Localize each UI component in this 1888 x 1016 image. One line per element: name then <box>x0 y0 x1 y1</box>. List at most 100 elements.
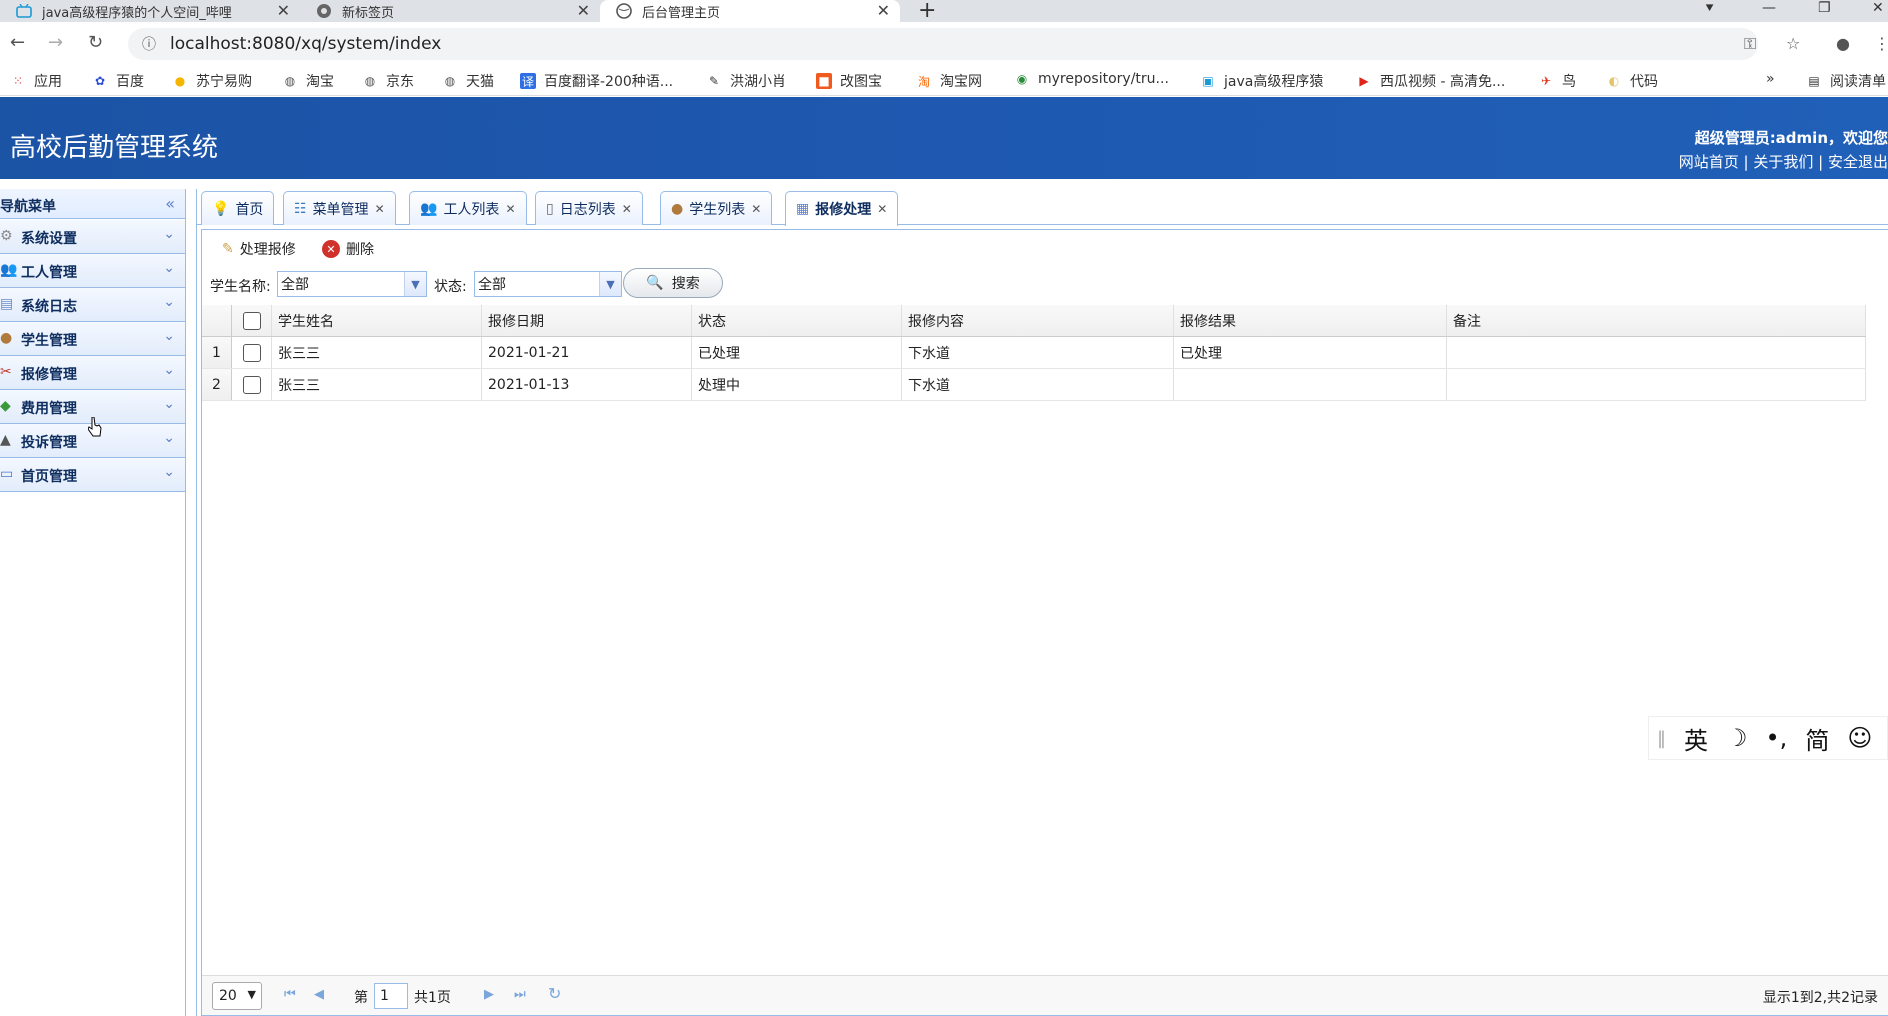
bookmark-code[interactable]: ◐ 代码 <box>1606 71 1658 91</box>
emoji-icon[interactable]: ☺ <box>1847 724 1872 752</box>
close-icon[interactable]: ✕ <box>877 202 887 216</box>
sidebar-item-workers[interactable]: 👥 工人管理 ⌄ <box>0 254 185 288</box>
sidebar-header: 导航菜单 « <box>0 189 185 219</box>
process-repair-button[interactable]: ✎ 处理报修 <box>222 239 296 259</box>
about-link[interactable]: 关于我们 <box>1753 153 1813 171</box>
tab-home[interactable]: 💡 首页 <box>201 191 275 225</box>
bookmark-suning[interactable]: ● 苏宁易购 <box>172 71 252 91</box>
close-icon[interactable]: ✕ <box>577 1 590 20</box>
reload-icon[interactable]: ↻ <box>88 32 103 53</box>
column-header-repair-result[interactable]: 报修结果 <box>1174 305 1447 336</box>
bookmark-xigua[interactable]: ▶ 西瓜视频 - 高清免... <box>1356 71 1505 91</box>
column-header-status[interactable]: 状态 <box>692 305 902 336</box>
ime-simplified-toggle[interactable]: 简 <box>1805 721 1829 756</box>
taobao-icon: 淘 <box>917 74 930 89</box>
sidebar-item-homepage[interactable]: ▭ 首页管理 ⌄ <box>0 458 185 492</box>
prev-page-icon[interactable]: ◀ <box>314 987 324 1002</box>
page-number-input[interactable]: 1 <box>374 983 408 1009</box>
address-bar[interactable]: ⓘ localhost:8080/xq/system/index <box>128 28 1758 60</box>
key-icon[interactable]: ⚿ <box>1744 34 1756 54</box>
close-icon[interactable]: ✕ <box>877 1 890 20</box>
bookmark-taobao[interactable]: ◍ 淘宝 <box>282 71 334 91</box>
browser-toolbar: ← → ↻ ⓘ localhost:8080/xq/system/index ⚿… <box>0 22 1888 64</box>
bookmark-bilibili[interactable]: ▣ java高级程序猿 <box>1200 71 1323 91</box>
tab-worker-list[interactable]: 👥 工人列表 ✕ <box>409 191 527 225</box>
star-icon[interactable]: ☆ <box>1786 34 1800 53</box>
select-all-checkbox[interactable] <box>242 311 261 330</box>
home-link[interactable]: 网站首页 <box>1679 153 1739 171</box>
next-page-icon[interactable]: ▶ <box>484 987 494 1002</box>
close-icon[interactable]: ✕ <box>375 202 385 216</box>
users-icon: 👥 <box>0 262 18 278</box>
back-icon[interactable]: ← <box>10 32 25 53</box>
collapse-icon[interactable]: « <box>165 194 175 213</box>
ime-language-toggle[interactable]: 英 <box>1684 721 1708 756</box>
page-size-select[interactable]: 20 ▼ <box>212 982 262 1010</box>
bookmark-tmall[interactable]: ◍ 天猫 <box>442 71 494 91</box>
refresh-icon[interactable]: ↻ <box>548 984 561 1003</box>
cell-repair-result <box>1174 369 1447 400</box>
bookmark-baidu[interactable]: ✿ 百度 <box>92 71 144 91</box>
restore-button[interactable]: ❐ <box>1818 0 1831 16</box>
tab-log-list[interactable]: ▯ 日志列表 ✕ <box>535 191 643 225</box>
minimize-button[interactable]: — <box>1762 0 1776 16</box>
sitemap-icon: ☷ <box>294 200 307 217</box>
bookmark-gaitubao[interactable]: ■ 改图宝 <box>816 71 882 91</box>
pagination-bar: 20 ▼ ⏮ ◀ 第 1 共1页 ▶ ⏭ ↻ 显示1到2,共2记录 <box>202 975 1888 1015</box>
sidebar-item-repairs[interactable]: ✂ 报修管理 ⌄ <box>0 356 185 390</box>
close-icon[interactable]: ✕ <box>751 202 761 216</box>
bookmark-taobaowang[interactable]: 淘淘宝网 <box>916 71 982 91</box>
chevron-down-icon[interactable]: ▼ <box>599 272 621 296</box>
sidebar-item-system-settings[interactable]: ⚙ 系统设置 ⌄ <box>0 220 185 254</box>
chevron-down-icon[interactable]: ▼ <box>404 272 426 296</box>
delete-button[interactable]: ✕ 删除 <box>322 239 374 259</box>
tab-student-list[interactable]: ● 学生列表 ✕ <box>660 191 773 225</box>
student-name-select[interactable]: 全部 ▼ <box>277 271 427 297</box>
info-icon[interactable]: ⓘ <box>142 34 156 54</box>
logout-link[interactable]: 安全退出 <box>1828 153 1888 171</box>
close-icon[interactable]: ✕ <box>505 202 515 216</box>
bookmark-baidu-translate[interactable]: 译百度翻译-200种语... <box>520 71 673 91</box>
column-header-note[interactable]: 备注 <box>1447 305 1866 336</box>
tab-repair-handling[interactable]: ▦ 报修处理 ✕ <box>785 191 899 226</box>
tab-menu-management[interactable]: ☷ 菜单管理 ✕ <box>283 191 396 225</box>
browser-tab[interactable]: 新标签页 ✕ <box>300 0 600 22</box>
forward-icon[interactable]: → <box>48 32 63 53</box>
more-bookmarks-button[interactable]: » <box>1766 71 1775 87</box>
tab-search-icon[interactable]: ⯆ <box>1704 1 1715 17</box>
column-header-repair-date[interactable]: 报修日期 <box>482 305 692 336</box>
first-page-icon[interactable]: ⏮ <box>284 987 296 1002</box>
moon-icon[interactable]: ☽ <box>1726 724 1748 752</box>
sidebar-item-students[interactable]: ● 学生管理 ⌄ <box>0 322 185 356</box>
table-row[interactable]: 1 张三三 2021-01-21 已处理 下水道 已处理 <box>202 337 1866 369</box>
sidebar-item-system-log[interactable]: ▤ 系统日志 ⌄ <box>0 288 185 322</box>
search-button[interactable]: 🔍 搜索 <box>623 268 723 298</box>
close-icon[interactable]: ✕ <box>622 202 632 216</box>
row-checkbox[interactable] <box>242 375 261 394</box>
row-checkbox[interactable] <box>242 343 261 362</box>
bookmark-myrepository[interactable]: ◉ myrepository/tru... <box>1014 71 1169 87</box>
status-select[interactable]: 全部 ▼ <box>474 271 622 297</box>
column-header-repair-content[interactable]: 报修内容 <box>902 305 1174 336</box>
ime-grip-icon[interactable]: ‖ <box>1657 728 1666 749</box>
bookmark-apps[interactable]: ⁙ 应用 <box>10 71 62 91</box>
table-row[interactable]: 2 张三三 2021-01-13 处理中 下水道 <box>202 369 1866 401</box>
bookmark-bird[interactable]: ✈ 鸟 <box>1538 71 1576 91</box>
new-tab-button[interactable]: + <box>918 0 936 23</box>
gear-icon: ⚙ <box>0 228 13 244</box>
browser-tab[interactable]: java高级程序猿的个人空间_哔哩 ✕ <box>0 0 300 22</box>
profile-icon[interactable]: ● <box>1836 34 1850 53</box>
page-total: 共1页 <box>414 990 451 1006</box>
reading-list[interactable]: ▤ 阅读清单 <box>1806 71 1886 91</box>
last-page-icon[interactable]: ⏭ <box>514 987 526 1002</box>
punctuation-icon[interactable]: •, <box>1766 724 1788 752</box>
apps-grid-icon: ⁙ <box>12 74 24 88</box>
code-icon: ◐ <box>1608 74 1620 88</box>
bookmark-jd[interactable]: ◍ 京东 <box>362 71 414 91</box>
close-icon[interactable]: ✕ <box>277 1 290 20</box>
column-header-student-name[interactable]: 学生姓名 <box>272 305 482 336</box>
menu-icon[interactable]: ⋮ <box>1874 34 1888 53</box>
window-close-button[interactable]: ✕ <box>1872 0 1884 16</box>
bookmark-honghu[interactable]: ✎ 洪湖小肖 <box>706 71 786 91</box>
browser-tab-active[interactable]: 后台管理主页 ✕ <box>600 0 900 22</box>
